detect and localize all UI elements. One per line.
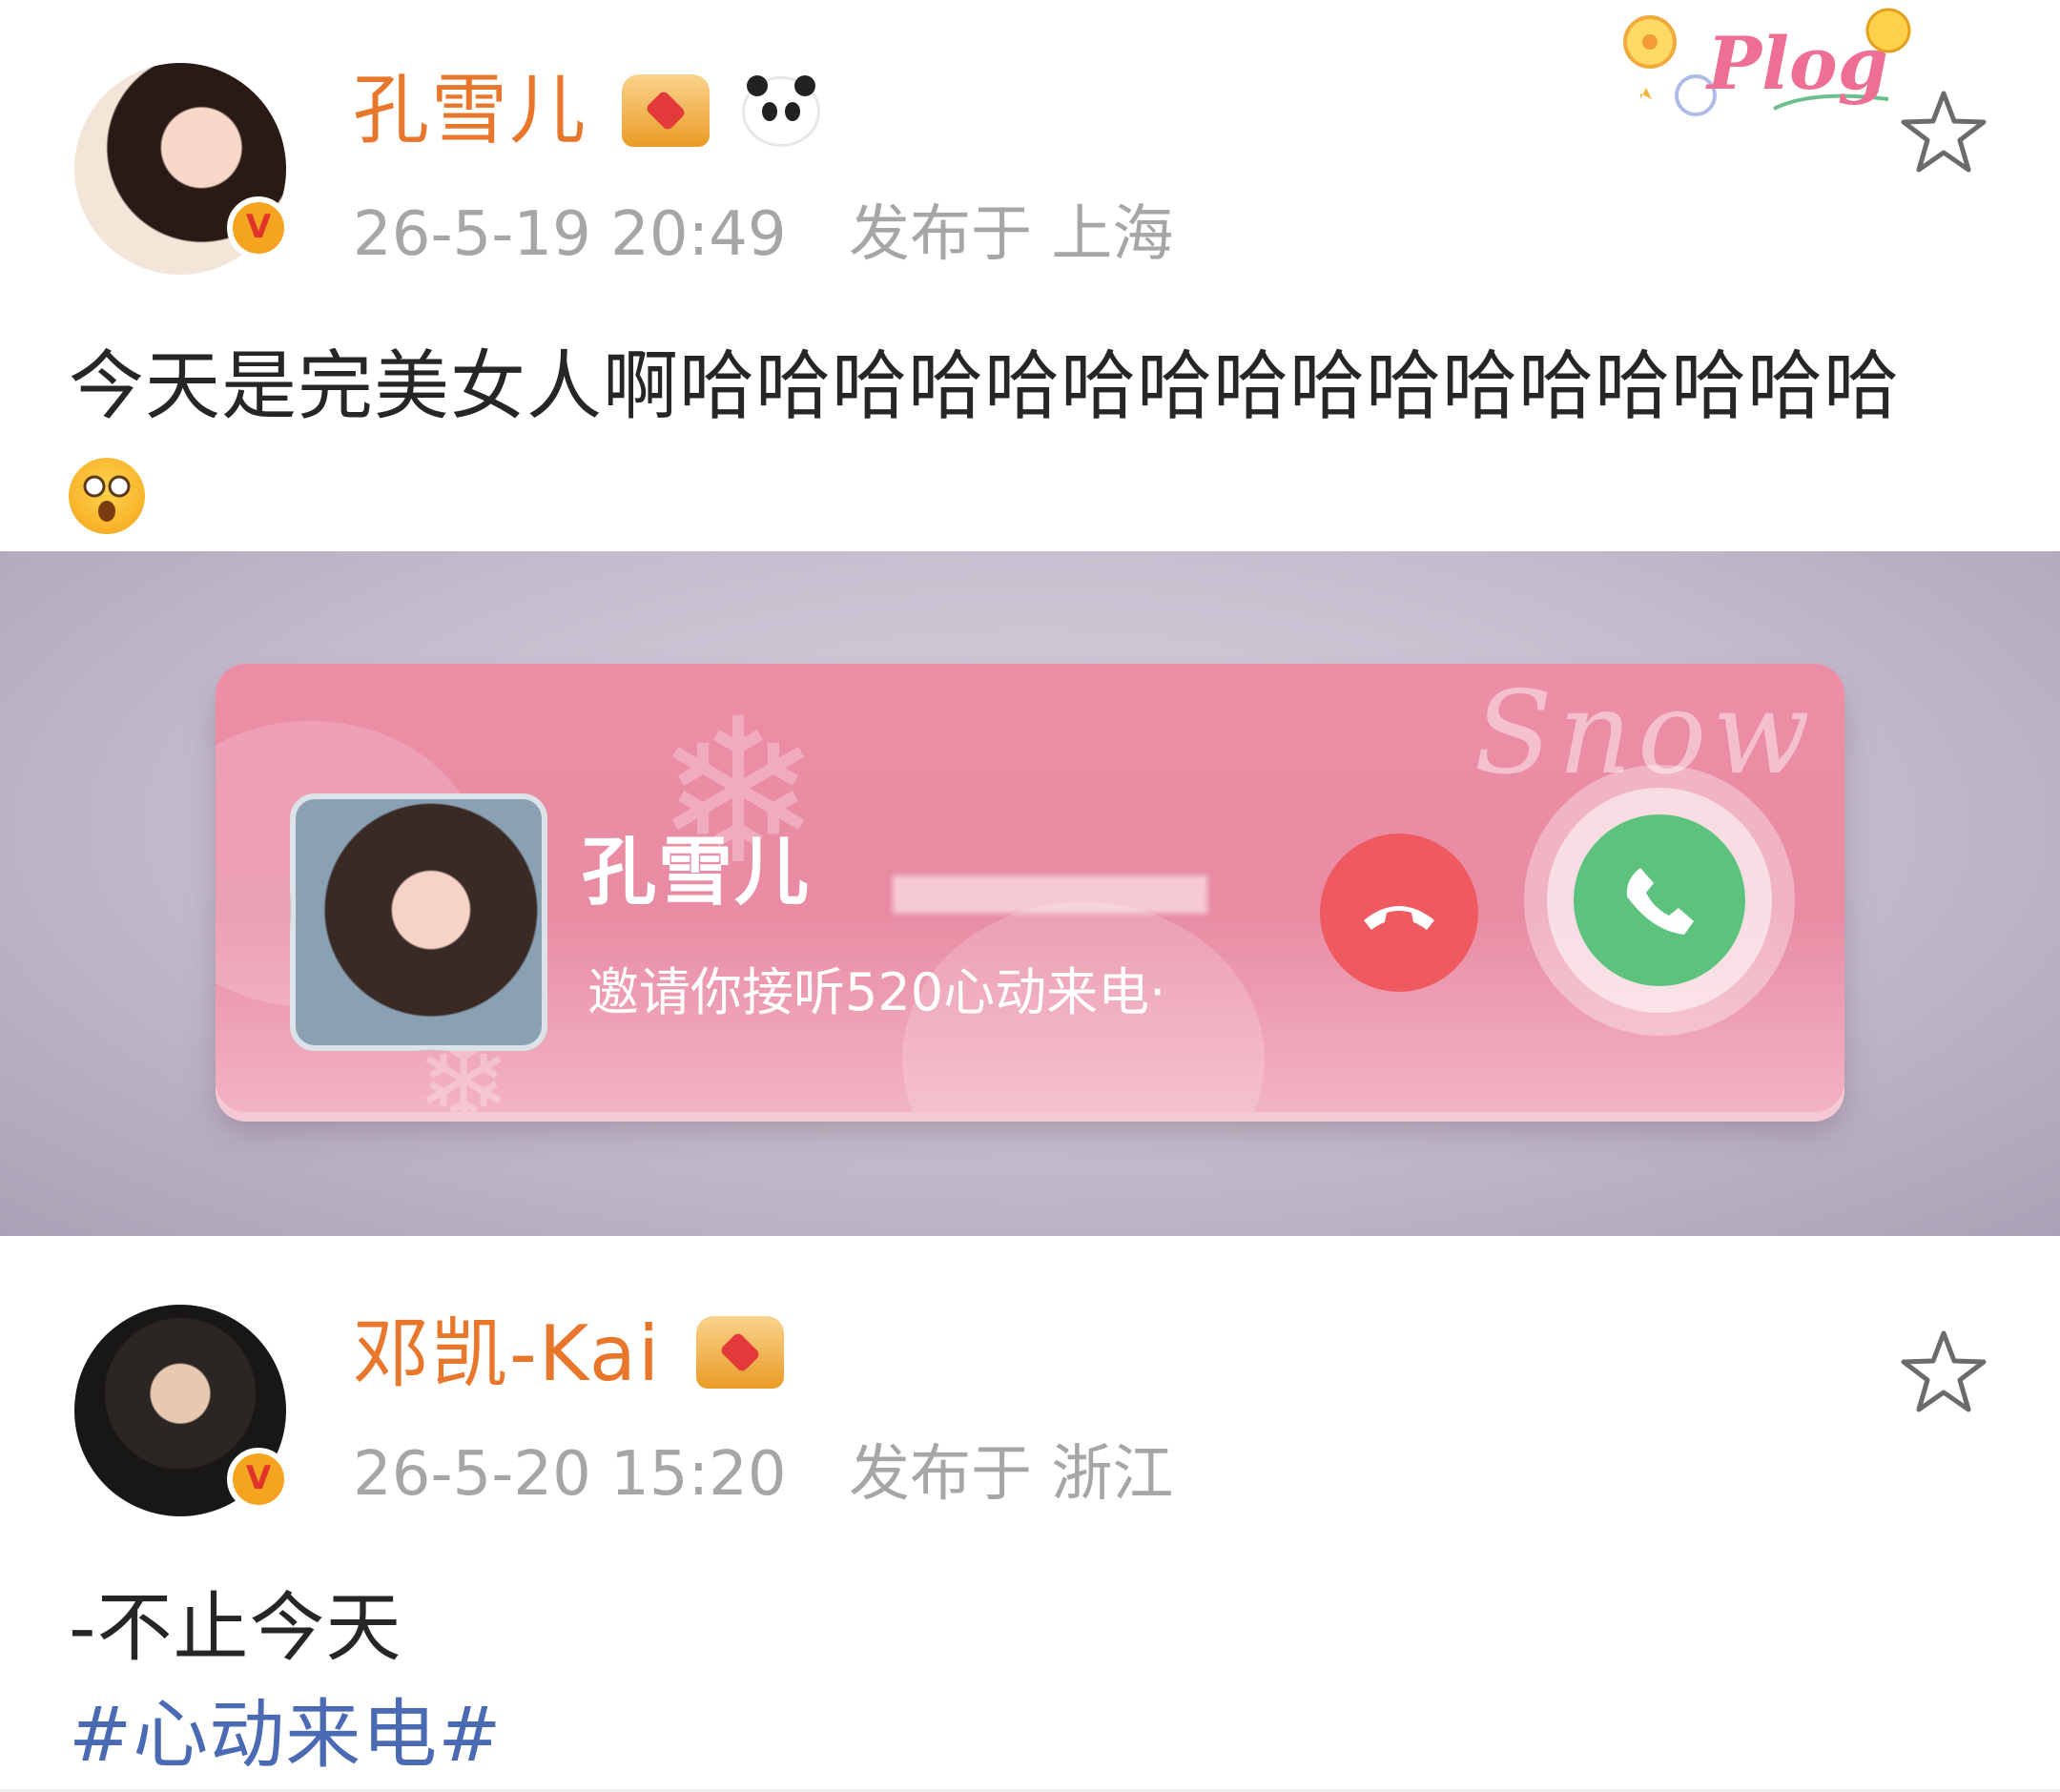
star-icon[interactable] bbox=[1898, 1328, 1989, 1415]
verified-badge-label: V bbox=[245, 208, 272, 246]
post-timestamp: 26-5-19 20:49 bbox=[353, 199, 787, 270]
post-image[interactable]: ❄ ❄ Snow 孔雪儿 邀请你接听520心动来电· bbox=[0, 551, 2060, 1236]
post-text: -不止今天 bbox=[69, 1584, 402, 1672]
caller-subtitle: 邀请你接听520心动来电· bbox=[587, 962, 1166, 1022]
plog-sticker: Plog bbox=[1602, 4, 1917, 130]
post-timestamp: 26-5-20 15:20 bbox=[353, 1439, 787, 1510]
panda-icon bbox=[742, 75, 820, 147]
caller-avatar bbox=[290, 793, 547, 1051]
hang-up-icon bbox=[1364, 906, 1434, 930]
author-name[interactable]: 邓凯-Kai bbox=[353, 1316, 661, 1392]
verified-badge: V bbox=[227, 1448, 290, 1511]
incoming-call-card: ❄ ❄ Snow 孔雪儿 邀请你接听520心动来电· bbox=[216, 664, 1844, 1112]
plog-text: Plog bbox=[1707, 21, 1888, 106]
verified-badge: V bbox=[227, 196, 290, 259]
post-location: 发布于 上海 bbox=[849, 199, 1174, 270]
star-icon[interactable] bbox=[1898, 88, 1989, 175]
post-location: 发布于 浙江 bbox=[849, 1439, 1174, 1510]
phone-icon bbox=[1626, 868, 1694, 935]
decline-call-button[interactable] bbox=[1320, 834, 1478, 992]
snow-watermark: Snow bbox=[1473, 668, 1816, 800]
accept-call-button[interactable] bbox=[1574, 814, 1745, 986]
hashtag-link[interactable]: #心动来电# bbox=[69, 1698, 502, 1773]
vip-crown-icon bbox=[622, 74, 710, 147]
blurred-text bbox=[893, 875, 1207, 914]
author-name[interactable]: 孔雪儿 bbox=[353, 72, 587, 149]
vip-crown-icon bbox=[696, 1316, 784, 1389]
verified-badge-label: V bbox=[245, 1459, 272, 1497]
caller-name: 孔雪儿 bbox=[582, 830, 812, 916]
shock-emoji-icon bbox=[69, 458, 145, 534]
post-text: 今天是完美女人啊哈哈哈哈哈哈哈哈哈哈哈哈哈哈哈哈 bbox=[69, 342, 1900, 430]
